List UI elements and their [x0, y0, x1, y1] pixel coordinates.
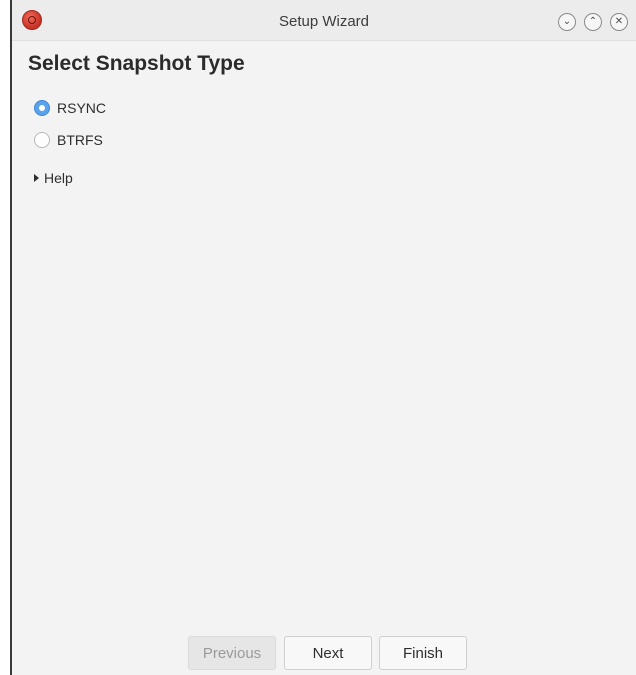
previous-button[interactable]: Previous	[188, 636, 276, 670]
radio-option-rsync[interactable]: RSYNC	[34, 98, 106, 118]
desktop-edge	[0, 0, 12, 675]
radio-button-rsync[interactable]	[34, 100, 50, 116]
radio-option-btrfs[interactable]: BTRFS	[34, 130, 103, 150]
expander-arrow-icon	[34, 174, 39, 182]
title-bar[interactable]: Setup Wizard ⌄ ⌃ ✕	[12, 0, 636, 41]
close-icon[interactable]: ✕	[610, 13, 628, 31]
maximize-icon[interactable]: ⌃	[584, 13, 602, 31]
minimize-icon[interactable]: ⌄	[558, 13, 576, 31]
help-expander[interactable]: Help	[34, 170, 73, 186]
page-title: Select Snapshot Type	[28, 52, 245, 75]
finish-button[interactable]: Finish	[379, 636, 467, 670]
window-title: Setup Wizard	[278, 13, 370, 30]
setup-wizard-window: Setup Wizard ⌄ ⌃ ✕ Select Snapshot Type …	[12, 0, 636, 675]
radio-label-rsync: RSYNC	[57, 100, 107, 116]
help-label: Help	[44, 170, 73, 186]
radio-button-btrfs[interactable]	[34, 132, 50, 148]
next-button[interactable]: Next	[284, 636, 372, 670]
radio-label-btrfs: BTRFS	[57, 132, 103, 148]
